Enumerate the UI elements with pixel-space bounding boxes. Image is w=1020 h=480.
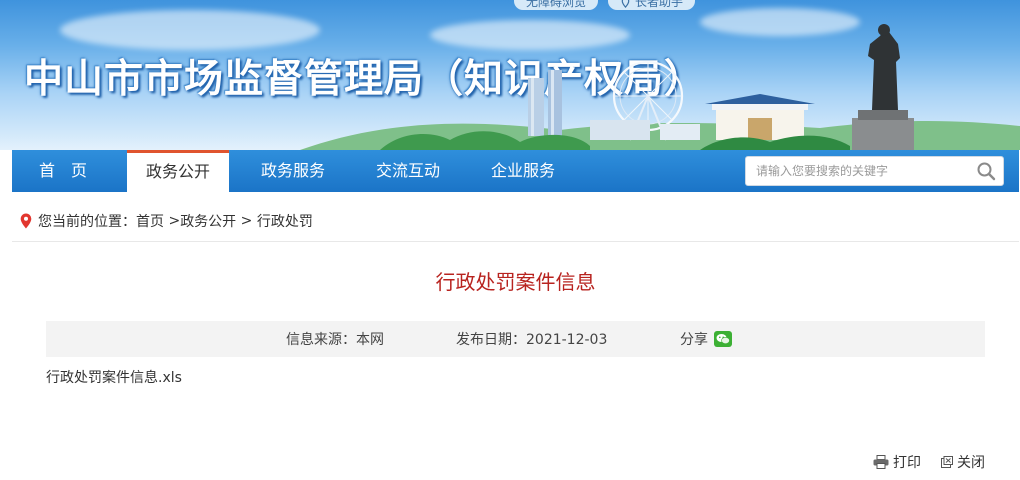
publish-date: 发布日期：2021-12-03 [456, 332, 608, 348]
header-banner: 无障碍浏览 长者助手 中山市市场监督管理局（知识产权局） [0, 0, 1020, 150]
nav-item-home[interactable]: 首 页 [12, 150, 114, 192]
nav-item-enterprise-services[interactable]: 企业服务 [472, 150, 574, 192]
breadcrumb-prefix: 您当前的位置： [38, 213, 136, 230]
printer-icon [873, 455, 889, 469]
main-content: 您当前的位置： 首页 > 政务公开 > 行政处罚 行政处罚案件信息 信息来源：本… [12, 200, 1019, 480]
print-label: 打印 [893, 455, 921, 471]
statue-icon [852, 24, 914, 150]
wechat-share-icon[interactable] [714, 331, 732, 347]
location-pin-icon [20, 213, 32, 228]
nav-item-government-services[interactable]: 政务服务 [242, 150, 344, 192]
breadcrumb-separator: > [164, 212, 181, 229]
print-button[interactable]: 打印 [873, 452, 921, 472]
breadcrumb-current-link[interactable]: 行政处罚 [257, 211, 313, 231]
search-input[interactable] [746, 157, 966, 185]
page-actions: 打印 关闭 [873, 452, 985, 472]
breadcrumb-separator: > [236, 212, 257, 229]
main-nav: 首 页 政务公开 政务服务 交流互动 企业服务 [12, 150, 1019, 192]
nav-item-government-affairs[interactable]: 政务公开 [127, 150, 229, 192]
search-box [745, 156, 1004, 186]
city-skyline-illustration [300, 24, 1020, 150]
article-meta-bar: 信息来源：本网 发布日期：2021-12-03 分享 [46, 321, 985, 357]
share-label: 分享 [680, 332, 708, 348]
search-icon[interactable] [975, 160, 997, 182]
nav-item-interaction[interactable]: 交流互动 [357, 150, 459, 192]
memorial-gate-icon [705, 94, 815, 140]
breadcrumb-home-link[interactable]: 首页 [136, 211, 164, 231]
share-section: 分享 [680, 329, 732, 349]
attachment-link[interactable]: 行政处罚案件信息.xls [46, 367, 182, 387]
close-window-icon [941, 456, 953, 468]
close-button[interactable]: 关闭 [941, 452, 985, 472]
close-label: 关闭 [957, 455, 985, 471]
breadcrumb: 您当前的位置： 首页 > 政务公开 > 行政处罚 [12, 200, 1019, 242]
article-title: 行政处罚案件信息 [435, 270, 596, 294]
info-source: 信息来源：本网 [286, 332, 384, 348]
breadcrumb-section-link[interactable]: 政务公开 [180, 211, 236, 231]
